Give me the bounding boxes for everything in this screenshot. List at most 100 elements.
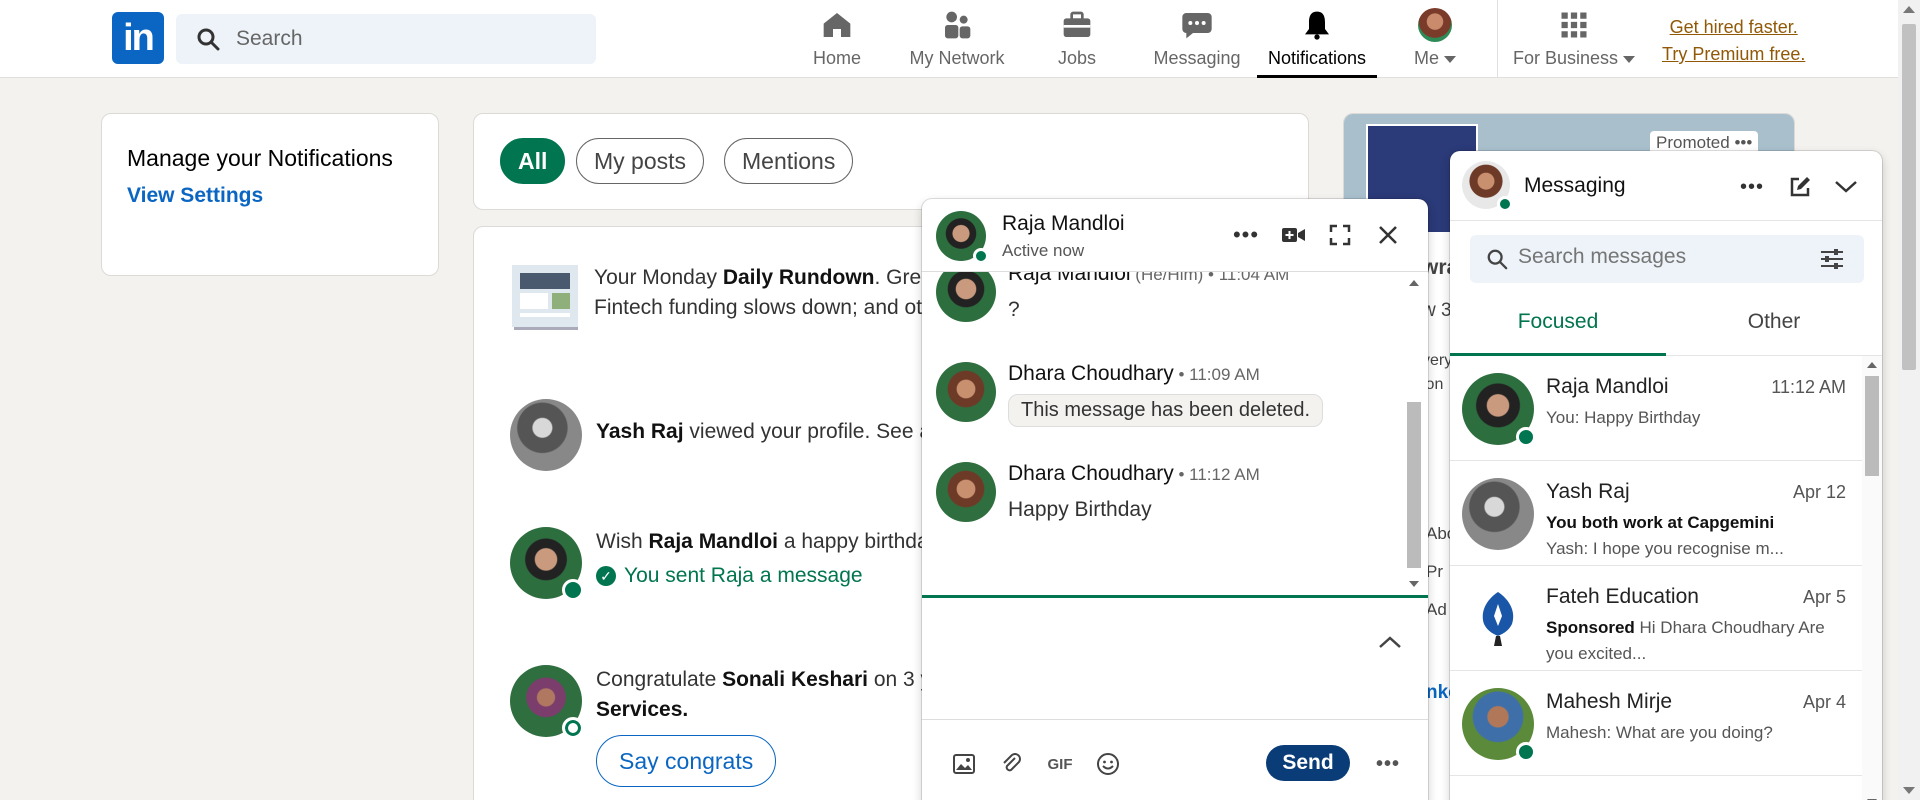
filter-my-posts[interactable]: My posts bbox=[576, 138, 705, 184]
deleted-message: This message has been deleted. bbox=[1008, 394, 1324, 427]
nav-me[interactable]: Me bbox=[1405, 8, 1465, 78]
gif-icon[interactable]: GIF bbox=[1046, 750, 1074, 778]
nav-messaging[interactable]: Messaging bbox=[1150, 8, 1244, 78]
scrollbar-thumb[interactable] bbox=[1902, 24, 1916, 370]
briefcase-icon bbox=[1063, 11, 1091, 37]
chevron-down-icon bbox=[1623, 55, 1636, 63]
conversation-preview: Sponsored Hi Dhara Choudhary Are you exc… bbox=[1546, 618, 1825, 663]
scroll-up-arrow[interactable] bbox=[1867, 362, 1877, 368]
conversation-item[interactable]: Raja Mandloi 11:12 AM You: Happy Birthda… bbox=[1450, 357, 1862, 461]
nav-me-label: Me bbox=[1414, 48, 1457, 69]
filter-icon[interactable] bbox=[1820, 248, 1844, 270]
more-options-icon[interactable]: ••• bbox=[1232, 221, 1260, 249]
chat-message: Raja Mandloi (He/Him) • 11:04 AM ? bbox=[936, 272, 1289, 322]
conversation-date: Apr 5 bbox=[1802, 587, 1846, 607]
linkedin-logo[interactable]: in bbox=[112, 12, 164, 64]
chat-message: Dhara Choudhary • 11:12 AM Happy Birthda… bbox=[936, 462, 1260, 522]
online-status-dot bbox=[1497, 196, 1513, 212]
tab-focused[interactable]: Focused bbox=[1450, 296, 1666, 356]
scroll-down-arrow[interactable] bbox=[1903, 787, 1915, 794]
scroll-down-arrow[interactable] bbox=[1409, 581, 1419, 587]
nav-divider bbox=[1497, 0, 1498, 78]
compose-icon[interactable] bbox=[1786, 173, 1814, 201]
messages-search[interactable] bbox=[1470, 235, 1864, 283]
say-congrats-button[interactable]: Say congrats bbox=[596, 735, 777, 787]
online-status-ring bbox=[562, 717, 584, 739]
mahesh-mirje-avatar bbox=[1462, 688, 1536, 762]
online-status-dot bbox=[1516, 427, 1536, 447]
nav-for-business[interactable]: For Business bbox=[1512, 8, 1636, 78]
premium-upsell[interactable]: Get hired faster. Try Premium free. bbox=[1662, 14, 1805, 68]
chat-avatar bbox=[936, 211, 989, 264]
sonali-keshari-avatar bbox=[510, 665, 584, 739]
yash-raj-avatar bbox=[510, 399, 582, 471]
close-icon[interactable] bbox=[1374, 221, 1402, 249]
scrollbar-thumb[interactable] bbox=[1865, 376, 1879, 476]
newsletter-icon bbox=[510, 263, 580, 333]
more-options-icon[interactable]: ••• bbox=[1374, 750, 1402, 778]
view-settings-link[interactable]: View Settings bbox=[127, 184, 413, 208]
conversation-name: Mahesh Mirje bbox=[1546, 690, 1673, 713]
messaging-header[interactable]: Messaging ••• bbox=[1450, 151, 1882, 221]
search-input[interactable] bbox=[236, 27, 576, 51]
premium-line-1[interactable]: Get hired faster. bbox=[1662, 14, 1805, 41]
ad-text: Pr bbox=[1426, 562, 1443, 581]
scroll-up-arrow[interactable] bbox=[1409, 280, 1419, 286]
chevron-up-icon[interactable] bbox=[1378, 634, 1402, 650]
more-options-icon[interactable]: ••• bbox=[1738, 173, 1766, 201]
expand-icon[interactable] bbox=[1326, 221, 1354, 249]
video-call-icon[interactable] bbox=[1280, 221, 1308, 249]
messages-search-input[interactable] bbox=[1518, 245, 1818, 269]
chevron-down-icon[interactable] bbox=[1832, 173, 1860, 201]
raja-mandloi-avatar bbox=[1462, 373, 1536, 447]
attachment-icon[interactable] bbox=[998, 750, 1026, 778]
filter-mentions[interactable]: Mentions bbox=[724, 138, 854, 184]
online-status-dot bbox=[562, 579, 584, 601]
messaging-title: Messaging bbox=[1524, 174, 1626, 197]
chat-scrollbar[interactable] bbox=[1404, 272, 1426, 595]
my-avatar bbox=[1462, 161, 1513, 212]
filter-all[interactable]: All bbox=[500, 138, 566, 184]
nav-for-business-label: For Business bbox=[1513, 48, 1636, 69]
messaging-panel: Messaging ••• Focused Other Raja Mandloi… bbox=[1450, 151, 1882, 800]
dhara-choudhary-avatar bbox=[936, 362, 996, 422]
conversation-item[interactable]: Fateh Education Apr 5 Sponsored Hi Dhara… bbox=[1450, 567, 1862, 671]
scroll-up-arrow[interactable] bbox=[1903, 6, 1915, 13]
premium-line-2[interactable]: Try Premium free. bbox=[1662, 41, 1805, 68]
conversation-date: Apr 12 bbox=[1792, 482, 1846, 502]
send-button[interactable]: Send bbox=[1266, 745, 1350, 781]
check-circle-icon: ✓ bbox=[596, 566, 616, 586]
conversation-name: Yash Raj bbox=[1546, 480, 1630, 503]
dhara-choudhary-avatar bbox=[936, 462, 996, 522]
nav-notifications[interactable]: Notifications bbox=[1257, 8, 1377, 78]
conversation-item[interactable]: Mahesh Mirje Apr 4 Mahesh: What are you … bbox=[1450, 672, 1862, 776]
manage-notifications-card: Manage your Notifications View Settings bbox=[101, 113, 439, 276]
chat-header[interactable]: Raja Mandloi Active now ••• bbox=[922, 199, 1428, 272]
message-input[interactable] bbox=[936, 608, 1356, 708]
conversation-preview: You both work at Capgemini Yash: I hope y… bbox=[1546, 513, 1784, 558]
yash-raj-avatar bbox=[1462, 478, 1534, 550]
nav-jobs[interactable]: Jobs bbox=[1045, 8, 1109, 78]
nav-home[interactable]: Home bbox=[800, 8, 874, 78]
emoji-icon[interactable] bbox=[1094, 750, 1122, 778]
image-icon[interactable] bbox=[950, 750, 978, 778]
chat-contact-name[interactable]: Raja Mandloi bbox=[1002, 212, 1125, 236]
messaging-scrollbar[interactable] bbox=[1862, 356, 1882, 800]
messaging-tabs: Focused Other bbox=[1450, 296, 1882, 356]
message-compose[interactable] bbox=[922, 595, 1428, 719]
nav-my-network[interactable]: My Network bbox=[900, 8, 1014, 78]
conversation-date: Apr 4 bbox=[1802, 692, 1846, 712]
message-text: ? bbox=[1008, 298, 1020, 321]
conversation-preview: Mahesh: What are you doing? bbox=[1546, 723, 1773, 742]
conversation-item[interactable]: Yash Raj Apr 12 You both work at Capgemi… bbox=[1450, 462, 1862, 566]
search-bar[interactable] bbox=[176, 14, 596, 64]
conversation-date: 11:12 AM bbox=[1771, 377, 1846, 397]
conversation-name: Raja Mandloi bbox=[1546, 375, 1669, 398]
more-options-icon[interactable]: ••• bbox=[1734, 133, 1752, 152]
chevron-down-icon bbox=[1444, 55, 1457, 63]
message-sender: Dhara Choudhary • 11:12 AM bbox=[1008, 462, 1260, 485]
scrollbar-thumb[interactable] bbox=[1407, 402, 1421, 568]
conversation-name: Fateh Education bbox=[1546, 585, 1699, 608]
tab-other[interactable]: Other bbox=[1666, 296, 1882, 356]
page-scrollbar[interactable] bbox=[1898, 0, 1920, 800]
